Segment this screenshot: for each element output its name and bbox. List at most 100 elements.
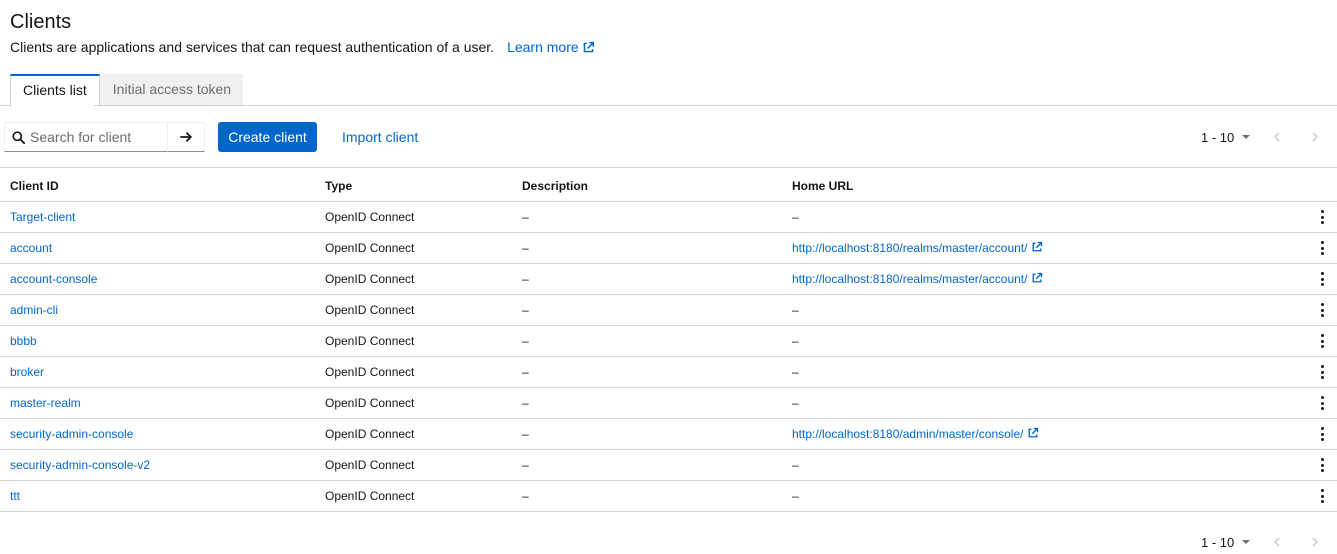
page-range: 1 - 10 bbox=[1201, 129, 1235, 145]
external-link-icon bbox=[1033, 241, 1043, 252]
home-url: – bbox=[792, 210, 799, 224]
row-actions-kebab-icon[interactable] bbox=[1318, 210, 1326, 224]
client-type: OpenID Connect bbox=[325, 272, 415, 286]
angle-right-icon bbox=[1312, 537, 1319, 547]
home-url: – bbox=[792, 458, 799, 472]
column-header-client-id[interactable]: Client ID bbox=[10, 168, 59, 204]
table-header: Client ID Type Description Home URL bbox=[0, 167, 1337, 202]
client-id-link[interactable]: account-console bbox=[10, 264, 97, 294]
client-id-link[interactable]: bbbb bbox=[10, 326, 37, 356]
client-description: – bbox=[522, 210, 529, 224]
previous-page-button[interactable] bbox=[1271, 131, 1283, 143]
client-description: – bbox=[522, 396, 529, 410]
per-page-toggle[interactable]: 1 - 10 bbox=[1201, 129, 1251, 145]
client-type: OpenID Connect bbox=[325, 303, 415, 317]
per-page-toggle-bottom[interactable]: 1 - 10 bbox=[1201, 535, 1251, 550]
row-actions-kebab-icon[interactable] bbox=[1318, 458, 1326, 472]
table-row: account-console OpenID Connect – http://loc… bbox=[0, 264, 1337, 295]
table-row: master-realm OpenID Connect – – bbox=[0, 388, 1337, 419]
client-description: – bbox=[522, 241, 529, 255]
tab-initial-access-token[interactable]: Initial access token bbox=[99, 74, 244, 106]
client-id-link[interactable]: Target-client bbox=[10, 202, 75, 232]
external-link-icon bbox=[583, 41, 594, 52]
home-url: – bbox=[792, 396, 799, 410]
tabs-divider bbox=[0, 105, 1337, 106]
page-description: Clients are applications and services th… bbox=[10, 39, 495, 55]
arrow-right-icon bbox=[180, 132, 193, 142]
angle-left-icon bbox=[1273, 537, 1280, 547]
client-id-link[interactable]: ttt bbox=[10, 481, 20, 511]
client-id-link[interactable]: account bbox=[10, 233, 52, 263]
caret-down-icon bbox=[1242, 540, 1251, 544]
learn-more-label: Learn more bbox=[507, 39, 579, 55]
page-subtitle: Clients are applications and services th… bbox=[10, 38, 595, 56]
column-header-type: Type bbox=[325, 179, 353, 193]
client-id-link[interactable]: broker bbox=[10, 357, 44, 387]
home-url-text: http://localhost:8180/realms/master/acco… bbox=[792, 241, 1028, 255]
client-type: OpenID Connect bbox=[325, 210, 415, 224]
client-description: – bbox=[522, 303, 529, 317]
client-type: OpenID Connect bbox=[325, 241, 415, 255]
home-url-link[interactable]: http://localhost:8180/admin/master/conso… bbox=[792, 419, 1039, 449]
client-type: OpenID Connect bbox=[325, 396, 415, 410]
row-actions-kebab-icon[interactable] bbox=[1318, 272, 1326, 286]
active-tab-gap bbox=[11, 105, 94, 106]
home-url: – bbox=[792, 489, 799, 503]
client-type: OpenID Connect bbox=[325, 427, 415, 441]
home-url-link[interactable]: http://localhost:8180/realms/master/acco… bbox=[792, 264, 1043, 294]
table-row: bbbb OpenID Connect – – bbox=[0, 326, 1337, 357]
search-submit-button[interactable] bbox=[168, 122, 205, 152]
table-row: ttt OpenID Connect – – bbox=[0, 481, 1337, 512]
client-id-link[interactable]: security-admin-console bbox=[10, 419, 133, 449]
row-actions-kebab-icon[interactable] bbox=[1318, 489, 1326, 503]
client-type: OpenID Connect bbox=[325, 365, 415, 379]
row-actions-kebab-icon[interactable] bbox=[1318, 396, 1326, 410]
learn-more-link[interactable]: Learn more bbox=[507, 38, 595, 56]
client-id-link[interactable]: master-realm bbox=[10, 388, 81, 418]
search-box bbox=[4, 122, 168, 152]
client-description: – bbox=[522, 458, 529, 472]
client-id-link[interactable]: security-admin-console-v2 bbox=[10, 450, 150, 480]
home-url-link[interactable]: http://localhost:8180/realms/master/acco… bbox=[792, 233, 1043, 263]
home-url-text: http://localhost:8180/admin/master/conso… bbox=[792, 427, 1024, 441]
next-page-button[interactable] bbox=[1309, 131, 1321, 143]
table-row: security-admin-console OpenID Connect – htt… bbox=[0, 419, 1337, 450]
client-description: – bbox=[522, 334, 529, 348]
caret-down-icon bbox=[1242, 135, 1251, 139]
row-actions-kebab-icon[interactable] bbox=[1318, 334, 1326, 348]
client-description: – bbox=[522, 272, 529, 286]
clients-table: Client ID Type Description Home URL Targ… bbox=[0, 167, 1337, 512]
client-description: – bbox=[522, 365, 529, 379]
clients-page: Clients Clients are applications and ser… bbox=[0, 0, 1337, 554]
table-body: Target-client OpenID Connect – – account Open… bbox=[0, 202, 1337, 512]
table-row: account OpenID Connect – http://localhost:8… bbox=[0, 233, 1337, 264]
search-input[interactable] bbox=[5, 129, 167, 145]
row-actions-kebab-icon[interactable] bbox=[1318, 365, 1326, 379]
import-client-button[interactable]: Import client bbox=[342, 122, 418, 152]
next-page-button-bottom[interactable] bbox=[1309, 536, 1321, 548]
search-icon bbox=[12, 131, 25, 144]
previous-page-button-bottom[interactable] bbox=[1271, 536, 1283, 548]
row-actions-kebab-icon[interactable] bbox=[1318, 241, 1326, 255]
client-type: OpenID Connect bbox=[325, 334, 415, 348]
row-actions-kebab-icon[interactable] bbox=[1318, 303, 1326, 317]
angle-left-icon bbox=[1273, 132, 1280, 142]
tab-clients-list[interactable]: Clients list bbox=[10, 74, 100, 106]
client-description: – bbox=[522, 489, 529, 503]
client-id-link[interactable]: admin-cli bbox=[10, 295, 58, 325]
table-row: Target-client OpenID Connect – – bbox=[0, 202, 1337, 233]
column-header-description: Description bbox=[522, 179, 589, 193]
tab-bar: Clients list Initial access token bbox=[10, 74, 244, 106]
client-type: OpenID Connect bbox=[325, 458, 415, 472]
angle-right-icon bbox=[1312, 132, 1319, 142]
client-type: OpenID Connect bbox=[325, 489, 415, 503]
row-actions-kebab-icon[interactable] bbox=[1318, 427, 1326, 441]
table-row: broker OpenID Connect – – bbox=[0, 357, 1337, 388]
external-link-icon bbox=[1033, 272, 1043, 283]
search-group bbox=[4, 122, 205, 152]
home-url: – bbox=[792, 303, 799, 317]
create-client-button[interactable]: Create client bbox=[218, 122, 317, 152]
page-header: Clients Clients are applications and ser… bbox=[10, 11, 595, 56]
page-title: Clients bbox=[10, 11, 72, 33]
home-url: – bbox=[792, 365, 799, 379]
